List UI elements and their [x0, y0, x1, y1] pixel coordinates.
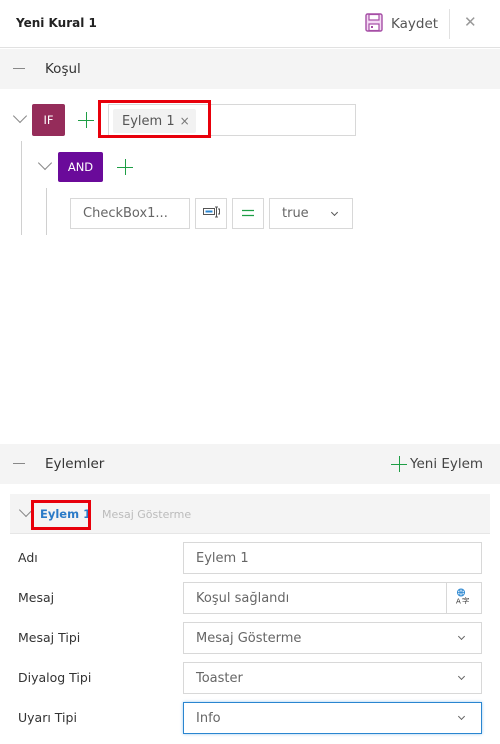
new-action-button[interactable]: Yeni Eylem [391, 456, 483, 472]
chevron-down-icon [457, 712, 466, 721]
add-condition-plus-icon[interactable] [78, 112, 94, 128]
tree-line [21, 141, 22, 235]
text-field-icon [202, 206, 220, 222]
if-actions-input[interactable]: Eylem 1 × [108, 104, 356, 136]
rule-title: Yeni Kural 1 [16, 16, 97, 30]
translate-icon: A 字 [456, 588, 472, 608]
message-type-label: Mesaj Tipi [18, 630, 81, 645]
chevron-down-icon [457, 632, 466, 641]
if-badge: IF [32, 104, 65, 136]
message-value: Koşul sağlandı [196, 591, 290, 606]
save-button[interactable]: Kaydet [365, 12, 439, 36]
rule-value-dropdown[interactable]: true [269, 198, 353, 229]
collapse-icon[interactable] [13, 463, 25, 464]
action-type: Mesaj Gösterme [102, 508, 192, 521]
name-label: Adı [18, 550, 38, 565]
collapse-icon[interactable] [13, 68, 25, 69]
actions-section-title: Eylemler [45, 456, 105, 472]
alert-type-value: Info [196, 711, 221, 726]
equals-icon [242, 206, 254, 221]
condition-section-header[interactable]: Koşul [0, 49, 500, 89]
dialog-type-dropdown[interactable]: Toaster [183, 662, 482, 694]
chevron-down-icon[interactable] [37, 155, 53, 171]
plus-icon [391, 456, 407, 472]
and-badge: AND [58, 152, 103, 182]
chevron-down-icon[interactable] [18, 502, 34, 518]
header-divider [449, 9, 450, 39]
rule-field-value: CheckBox1... [83, 206, 168, 221]
name-value: Eylem 1 [196, 551, 249, 566]
new-action-label: Yeni Eylem [410, 456, 484, 472]
chevron-down-icon [457, 672, 466, 681]
action-tag: Eylem 1 × [113, 109, 196, 133]
action-tag-label: Eylem 1 [122, 113, 175, 129]
name-input[interactable]: Eylem 1 [183, 542, 482, 574]
add-rule-plus-icon[interactable] [117, 159, 133, 175]
alert-type-dropdown[interactable]: Info [183, 702, 482, 734]
message-input[interactable]: Koşul sağlandı A 字 [183, 582, 482, 614]
condition-section-title: Koşul [45, 61, 81, 77]
rule-field-input[interactable]: CheckBox1... [70, 198, 190, 229]
svg-text:A: A [456, 598, 461, 605]
dialog-type-label: Diyalog Tipi [18, 670, 92, 685]
panel-header: Yeni Kural 1 Kaydet ✕ [0, 0, 500, 48]
svg-text:字: 字 [462, 596, 470, 605]
alert-type-label: Uyarı Tipi [18, 710, 77, 725]
tree-line [46, 188, 47, 235]
rule-value: true [282, 206, 309, 221]
dialog-type-value: Toaster [196, 671, 243, 686]
close-icon[interactable]: ✕ [464, 13, 477, 31]
actions-section-header[interactable]: Eylemler Yeni Eylem [0, 444, 500, 484]
message-type-dropdown[interactable]: Mesaj Gösterme [183, 622, 482, 654]
message-label: Mesaj [18, 590, 55, 605]
translate-button[interactable]: A 字 [446, 583, 481, 613]
floppy-disk-icon [365, 12, 383, 36]
message-type-value: Mesaj Gösterme [196, 631, 302, 646]
chevron-down-icon [330, 208, 339, 217]
remove-tag-icon[interactable]: × [180, 114, 190, 128]
action-item-header[interactable]: Eylem 1 Mesaj Gösterme [10, 494, 490, 534]
chevron-down-icon[interactable] [12, 108, 28, 124]
action-name[interactable]: Eylem 1 [40, 507, 91, 521]
field-picker-button[interactable] [195, 198, 227, 229]
save-label: Kaydet [391, 16, 439, 32]
operator-button[interactable] [232, 198, 264, 229]
